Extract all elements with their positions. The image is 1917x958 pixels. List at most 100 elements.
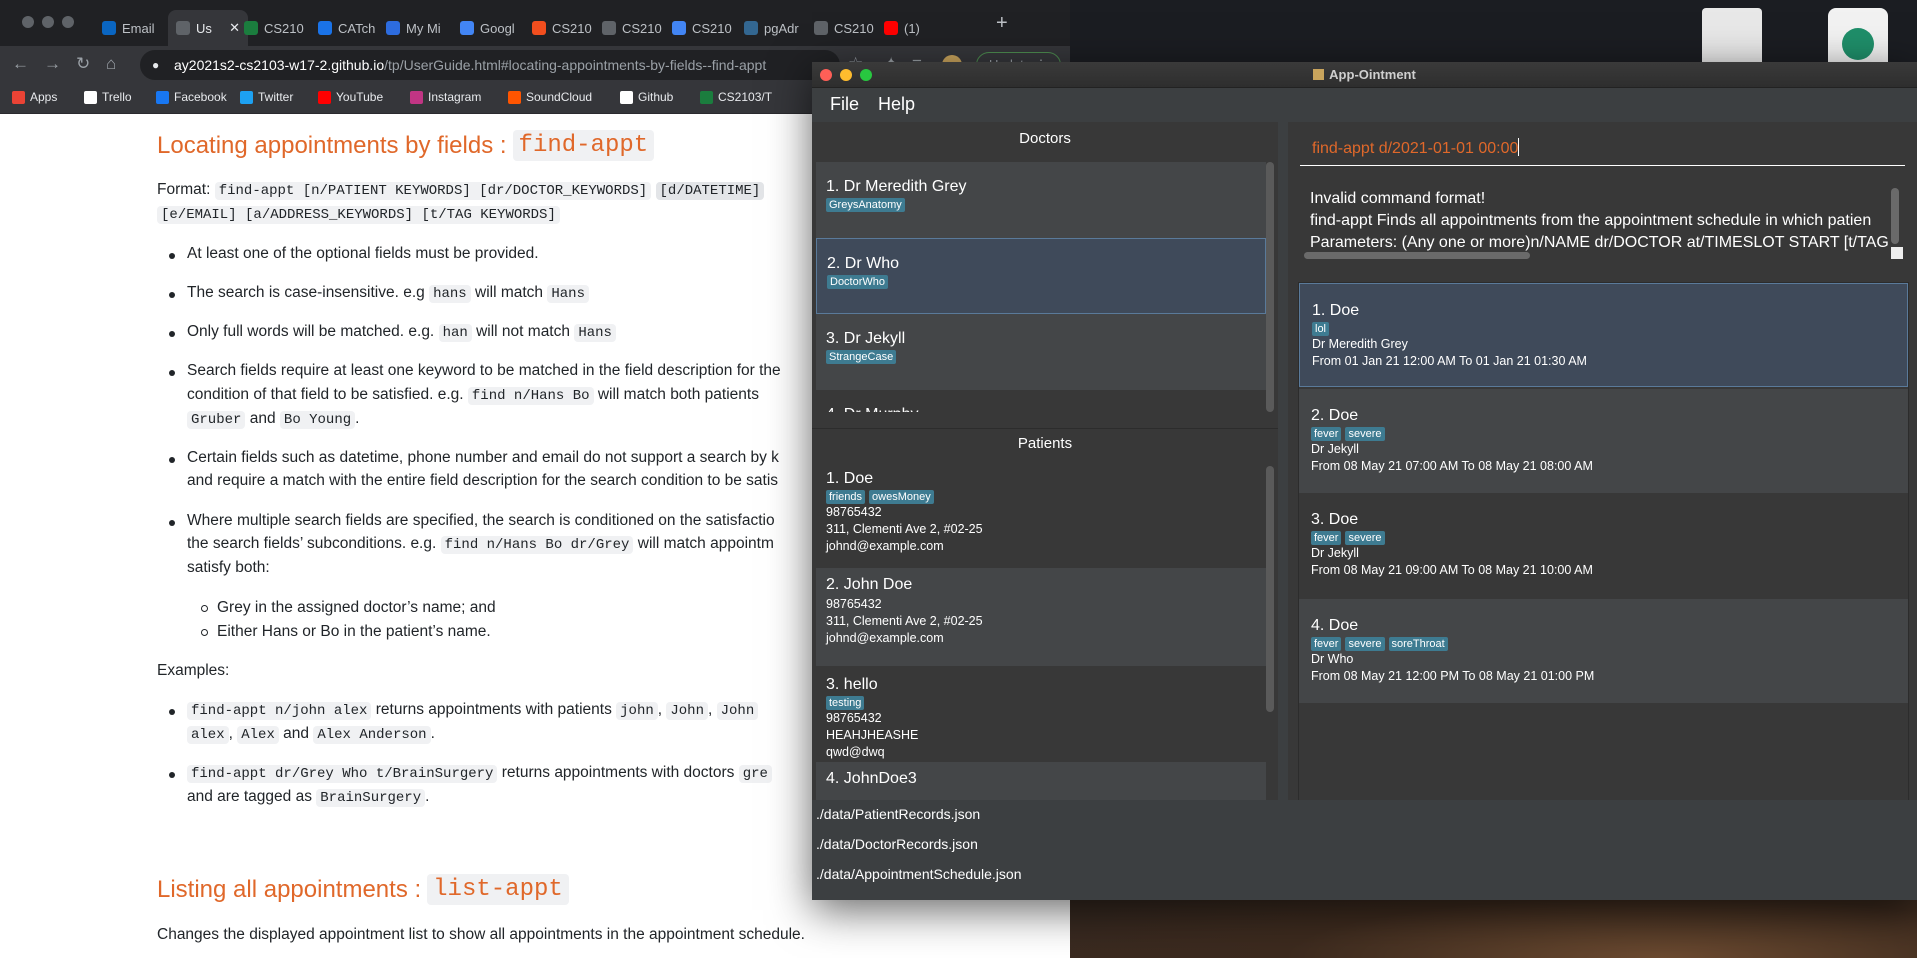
format-line: Format: find-appt [n/PATIENT KEYWORDS] [… (157, 181, 765, 200)
browser-tab[interactable]: CS210 (236, 10, 306, 46)
patient-name: 4. JohnDoe3 (826, 770, 917, 787)
bookmark-link[interactable]: Apps (12, 90, 57, 104)
maximize-app-button[interactable] (860, 69, 872, 81)
browser-tab[interactable]: CS210 (594, 10, 664, 46)
bookmark-link[interactable]: CS2103/T (700, 90, 772, 104)
list-item-continuation: the search fields’ subconditions. e.g. f… (187, 535, 774, 554)
bookmark-link[interactable]: Facebook (156, 90, 227, 104)
status-file-path: ./data/DoctorRecords.json (816, 836, 978, 852)
tag-badge: owesMoney (869, 490, 934, 504)
reload-icon[interactable]: ↻ (76, 54, 90, 74)
doctor-name: 4. Dr Murphy (826, 406, 1266, 412)
maximize-window-button[interactable] (62, 16, 74, 28)
browser-tab[interactable]: pgAdr (736, 10, 806, 46)
doctor-list: 1. Dr Meredith Grey GreysAnatomy 2. Dr Who… (812, 156, 1278, 412)
appointment-card[interactable]: 3. Doe fever severe Dr Jekyll From 08 May 21… (1299, 493, 1908, 597)
back-icon[interactable]: ← (12, 54, 29, 74)
doctor-card[interactable]: 3. Dr Jekyll StrangeCase (816, 314, 1266, 390)
browser-tab[interactable]: CATch (310, 10, 380, 46)
patient-name: 3. hello (826, 676, 878, 693)
bookmark-link[interactable]: Twitter (240, 90, 293, 104)
bullet-text: and (249, 410, 276, 427)
doctor-card[interactable]: 4. Dr MurphyTheGoodDoctor (816, 390, 1266, 412)
result-line: Parameters: (Any one or more)n/NAME dr/D… (1310, 234, 1889, 251)
tab-label: CS210 (552, 20, 592, 36)
inline-code: find n/Hans Bo dr/Grey (440, 536, 634, 554)
patient-card[interactable]: 2. John Doe 98765432 311, Clementi Ave 2, … (816, 568, 1266, 666)
tab-label: Email (122, 20, 155, 36)
bullet-text: satisfy both: (187, 559, 270, 576)
list-item: Certain fields such as datetime, phone n… (169, 449, 779, 467)
doctor-tags: GreysAnatomy (826, 198, 1266, 212)
browser-tab[interactable]: Email (94, 10, 164, 46)
desktop-app-icon[interactable] (1828, 8, 1888, 70)
atom-icon (1842, 28, 1874, 60)
browser-tab[interactable]: CS210 (524, 10, 594, 46)
new-tab-button[interactable]: + (996, 12, 1008, 35)
bookmark-link[interactable]: Trello (84, 90, 132, 104)
doctor-card[interactable]: 1. Dr Meredith Grey GreysAnatomy (816, 162, 1266, 238)
bullet-text: Search fields require at least one keywo… (187, 362, 781, 379)
browser-tab[interactable]: My Mi (378, 10, 448, 46)
appointment-card[interactable]: 4. Doe fever severe soreThroat Dr Who From 08… (1299, 599, 1908, 703)
desktop-document-icon[interactable] (1702, 8, 1762, 70)
inline-code: gre (738, 765, 772, 783)
tab-favicon-icon (672, 21, 686, 35)
minimize-window-button[interactable] (42, 16, 54, 28)
bookmark-favicon-icon (410, 90, 423, 104)
doctor-card[interactable]: 2. Dr Who DoctorWho (816, 238, 1266, 314)
minimize-app-button[interactable] (840, 69, 852, 81)
appointment-card[interactable]: 1. Doe lol Dr Meredith Grey From 01 Jan 21 … (1299, 283, 1908, 387)
list-item-continuation: alex, Alex and Alex Anderson. (187, 725, 435, 744)
tab-favicon-icon (602, 21, 616, 35)
tag-badge: fever (1311, 427, 1342, 441)
home-icon[interactable]: ⌂ (106, 54, 116, 74)
section-description: Changes the displayed appointment list t… (157, 926, 805, 943)
command-input[interactable]: find-appt d/2021-01-01 00:00 (1300, 132, 1905, 166)
bookmark-link[interactable]: YouTube (318, 90, 383, 104)
tag-badge: testing (826, 696, 865, 710)
patient-card[interactable]: 3. hello testing 98765432 HEAHJHEASHE qwd@dw… (816, 668, 1266, 760)
patient-address: 311, Clementi Ave 2, #02-25 (826, 522, 983, 536)
inline-code: Alex Anderson (313, 726, 431, 744)
inline-code: alex (187, 726, 229, 744)
list-item: Where multiple search fields are specifi… (169, 512, 775, 530)
tab-favicon-icon (102, 21, 116, 35)
browser-tab[interactable]: (1) (876, 10, 946, 46)
inline-code: find-appt n/john alex (187, 702, 372, 720)
patient-list-scrollbar[interactable] (1266, 466, 1274, 712)
appointment-tags: fever severe (1311, 427, 1908, 441)
bullet-text: will match both patients (597, 386, 759, 403)
browser-tab[interactable]: Googl (452, 10, 522, 46)
format-code: find-appt [n/PATIENT KEYWORDS] [dr/DOCTO… (214, 182, 652, 200)
bullet-text: and require a match with the entire fiel… (187, 472, 779, 489)
bookmark-link[interactable]: Instagram (410, 90, 481, 104)
tab-label: CS210 (834, 20, 874, 36)
menu-help[interactable]: Help (878, 94, 915, 115)
list-item: The search is case-insensitive. e.g hans… (169, 284, 589, 303)
tag-badge: friends (826, 490, 866, 504)
bookmark-link[interactable]: SoundCloud (508, 90, 592, 104)
bullet-text: returns appointments with patients (375, 701, 612, 718)
address-bar[interactable]: ● ay2021s2-cs2103-w17-2.github.io/tp/Use… (140, 50, 840, 80)
inline-code: han (438, 324, 472, 342)
appointment-card[interactable]: 2. Doe fever severe Dr Jekyll From 08 May 21… (1299, 389, 1908, 493)
doctor-list-scrollbar[interactable] (1266, 162, 1274, 412)
patient-card[interactable]: 1. Doe friends owesMoney 98765432 311, Cleme… (816, 462, 1266, 566)
section-heading-list-appt: Listing all appointments : list-appt (157, 874, 569, 905)
browser-tab[interactable]: CS210 (806, 10, 876, 46)
result-vertical-scrollbar[interactable] (1891, 188, 1899, 244)
forward-icon[interactable]: → (44, 54, 61, 74)
bookmark-favicon-icon (240, 90, 253, 104)
bullet-text: The search is case-insensitive. e.g (187, 284, 425, 301)
close-window-button[interactable] (22, 16, 34, 28)
bookmark-label: Twitter (258, 90, 294, 104)
tab-label: My Mi (406, 20, 441, 36)
appointment-tags: fever severe (1311, 531, 1908, 545)
menu-file[interactable]: File (830, 94, 859, 115)
close-app-button[interactable] (820, 69, 832, 81)
result-horizontal-scrollbar[interactable] (1304, 252, 1530, 259)
browser-tab[interactable]: CS210 (664, 10, 734, 46)
bullet-text: and (283, 725, 310, 742)
bookmark-link[interactable]: Github (620, 90, 673, 104)
